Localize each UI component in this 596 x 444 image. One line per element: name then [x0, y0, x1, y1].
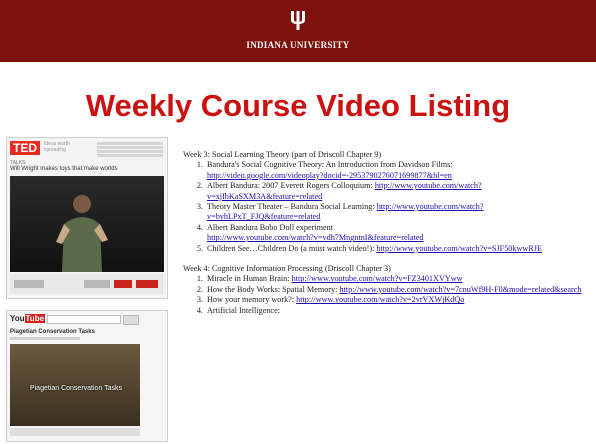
list-item: Albert Bandura: 2007 Everett Rogers Coll…: [205, 181, 589, 202]
page-title: Weekly Course Video Listing: [85, 88, 511, 123]
video-link[interactable]: http://www.youtube.com/watch?v=2vrVXWjKd…: [296, 295, 464, 304]
youtube-search-box: [47, 315, 121, 324]
video-link[interactable]: http://video.google.com/videoplay?docid=…: [207, 171, 452, 180]
youtube-video-caption: Piagetian Conservation Tasks: [29, 385, 123, 392]
list-item: Bandura's Social Cognitive Theory: An In…: [205, 160, 589, 181]
youtube-video-title: Piagetian Conservation Tasks: [10, 329, 95, 335]
speaker-figure-icon: [56, 195, 108, 272]
list-item: How your memory work?: http://www.youtub…: [205, 295, 589, 305]
list-item: Children See…Children Do (a must watch v…: [205, 244, 589, 254]
ted-screenshot: TED Ideas worth spreading TALKS Will Wri…: [6, 137, 168, 299]
list-item: How the Body Works: Spatial Memory: http…: [205, 285, 589, 295]
week-3-list: Bandura's Social Cognitive Theory: An In…: [183, 160, 589, 254]
list-item: Miracle in Human Brain: http://www.youtu…: [205, 274, 589, 284]
ted-nav-placeholder: [97, 141, 163, 158]
youtube-screenshot: YouTube Piagetian Conservation Tasks Pia…: [6, 310, 168, 442]
list-item: Theory Master Theater – Bandura Social L…: [205, 202, 589, 223]
youtube-search-button: [123, 315, 139, 325]
youtube-video-frame: Piagetian Conservation Tasks: [10, 344, 140, 426]
video-link[interactable]: http://www.youtube.com/watch?v=SJF50kwwR…: [376, 244, 542, 253]
youtube-logo: YouTube: [10, 314, 46, 323]
ted-tagline: Ideas worth spreading: [44, 141, 70, 153]
ted-logo: TED: [10, 141, 40, 155]
video-listing: Week 3: Social Learning Theory (part of …: [183, 150, 589, 316]
trident-icon: [291, 11, 305, 30]
ted-video-frame: [10, 176, 164, 272]
list-item: Albert Bandura Bobo Doll experimenthttp:…: [205, 223, 589, 244]
video-link[interactable]: http://www.youtube.com/watch?v=7cnuWf9H-…: [339, 285, 581, 294]
university-name: INDIANA UNIVERSITY: [246, 40, 350, 50]
video-link[interactable]: http://www.youtube.com/watch?v=vdh7Mngnt…: [207, 233, 424, 242]
ted-video-controls: [10, 274, 164, 294]
week-heading: Week 3: Social Learning Theory (part of …: [183, 150, 382, 159]
youtube-player-bar: [10, 428, 140, 436]
ted-talk-title: Will Wright makes toys that make worlds: [10, 166, 118, 172]
video-link[interactable]: http://www.youtube.com/watch?v=FZ3401XVY…: [292, 274, 463, 283]
list-item: Artificial Intelligence:: [205, 306, 589, 316]
youtube-meta-bar: [10, 337, 80, 340]
week-heading: Week 4: Cognitive Information Processing…: [183, 264, 391, 274]
header-banner: INDIANA UNIVERSITY: [0, 0, 596, 62]
week-4-list: Miracle in Human Brain: http://www.youtu…: [183, 274, 589, 316]
